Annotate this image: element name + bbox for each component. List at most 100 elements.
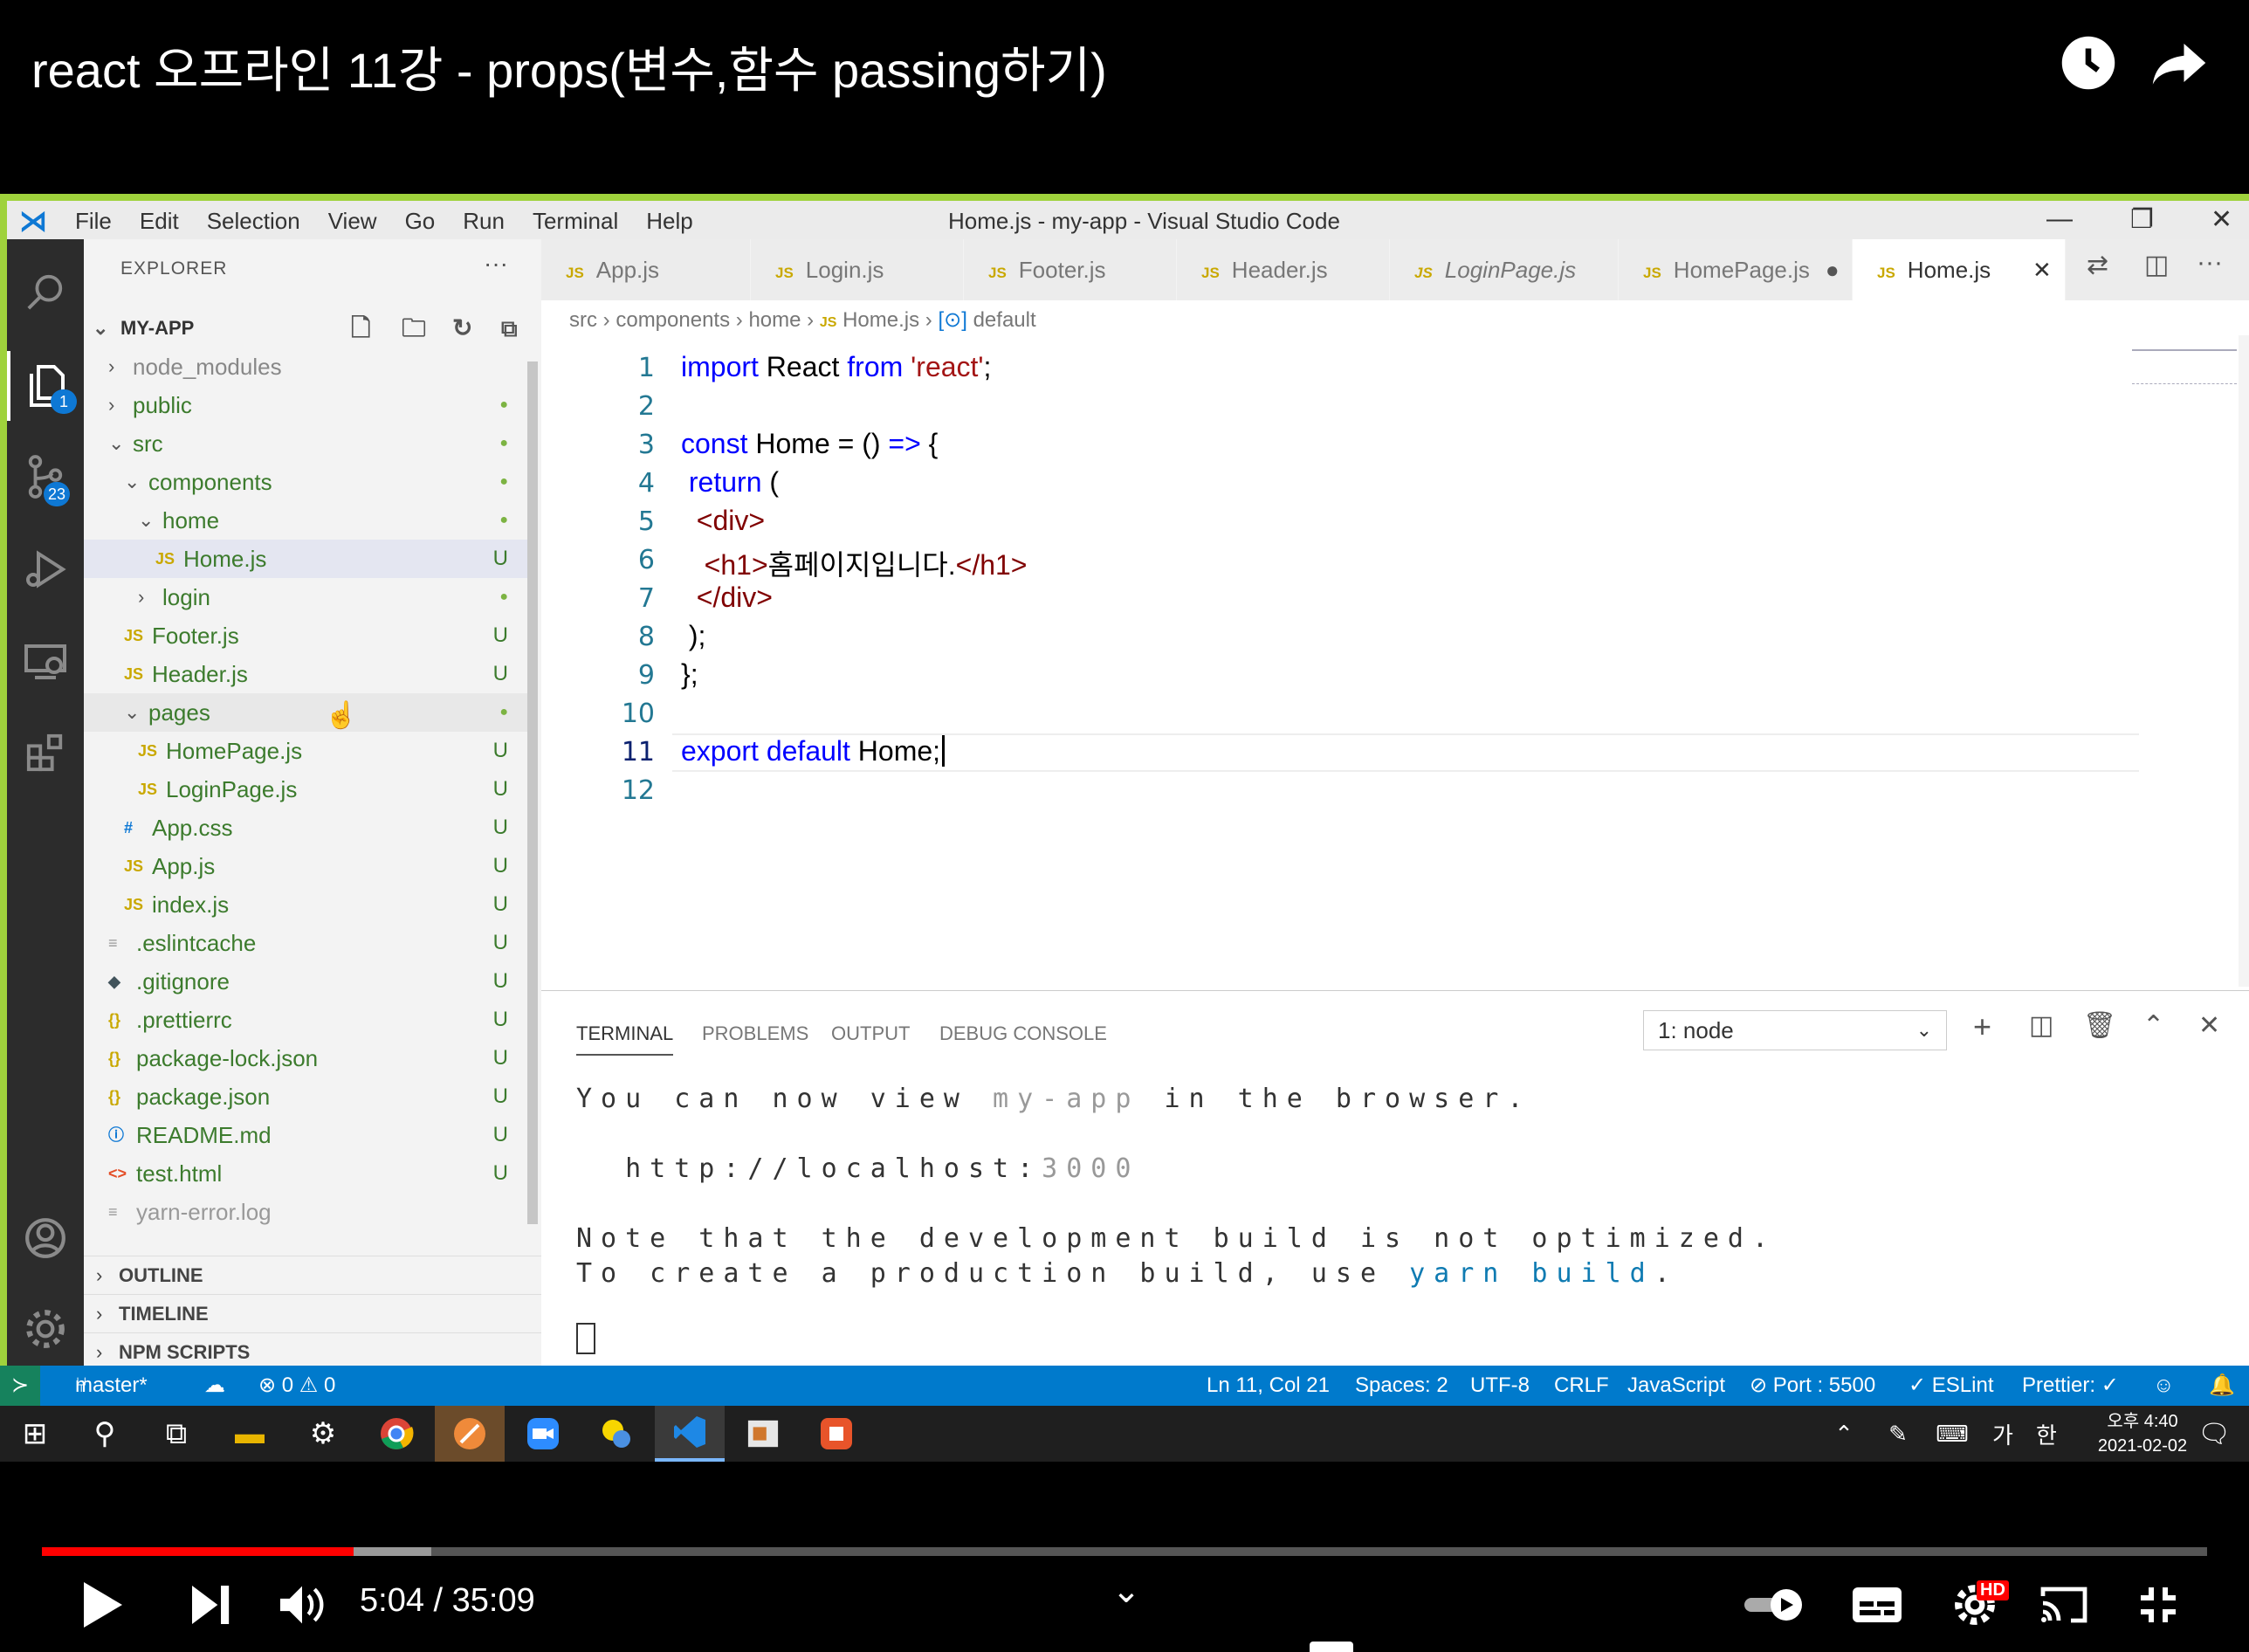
maximize-panel-icon[interactable]: ⌃ bbox=[2142, 1010, 2164, 1041]
draw-app-icon[interactable] bbox=[801, 1406, 871, 1462]
open-changes-icon[interactable]: ⇄ bbox=[2087, 250, 2108, 280]
watch-later-icon[interactable] bbox=[2057, 31, 2120, 94]
autoplay-toggle[interactable] bbox=[1741, 1577, 1811, 1633]
chrome-icon[interactable] bbox=[361, 1406, 431, 1462]
tree-item-public[interactable]: › public ● bbox=[84, 386, 527, 424]
tree-item-prettierrc[interactable]: {} .prettierrc U bbox=[84, 1001, 527, 1039]
minimize-icon[interactable]: — bbox=[2046, 204, 2073, 234]
share-icon[interactable] bbox=[2148, 31, 2211, 94]
search-icon[interactable] bbox=[7, 257, 84, 327]
tab-home-js[interactable]: JS Home.js ✕ bbox=[1853, 239, 2066, 300]
tree-item-node-modules[interactable]: › node_modules bbox=[84, 348, 527, 386]
eslint-status[interactable]: ✓ ESLint bbox=[1909, 1366, 1994, 1406]
outline-section[interactable]: › OUTLINE bbox=[84, 1256, 541, 1294]
menu-help[interactable]: Help bbox=[632, 208, 706, 235]
new-terminal-icon[interactable]: + bbox=[1973, 1008, 1991, 1045]
tree-item-home-js[interactable]: JS Home.js U bbox=[84, 540, 527, 578]
settings-gear-icon[interactable]: ⚙ bbox=[288, 1406, 358, 1462]
refresh-icon[interactable]: ↻ bbox=[452, 309, 472, 348]
timeline-section[interactable]: › TIMELINE bbox=[84, 1294, 541, 1332]
breadcrumb-src[interactable]: src bbox=[569, 308, 597, 332]
split-editor-icon[interactable]: ◫ bbox=[2144, 250, 2169, 280]
menu-file[interactable]: File bbox=[61, 208, 126, 235]
menu-terminal[interactable]: Terminal bbox=[519, 208, 632, 235]
breadcrumb-components[interactable]: components bbox=[616, 308, 730, 332]
ime-language[interactable]: 한 bbox=[2012, 1406, 2081, 1462]
cursor-position[interactable]: Ln 11, Col 21 bbox=[1207, 1366, 1330, 1406]
menu-selection[interactable]: Selection bbox=[193, 208, 314, 235]
run-debug-icon[interactable] bbox=[7, 534, 84, 604]
menu-go[interactable]: Go bbox=[391, 208, 450, 235]
split-terminal-icon[interactable]: ◫ bbox=[2029, 1010, 2053, 1041]
whale-browser-icon[interactable] bbox=[435, 1406, 505, 1462]
next-button[interactable] bbox=[183, 1577, 239, 1633]
sidebar-scrollbar[interactable] bbox=[527, 361, 538, 1224]
close-panel-icon[interactable]: ✕ bbox=[2198, 1010, 2220, 1041]
menu-run[interactable]: Run bbox=[449, 208, 519, 235]
tree-item-yarn-error-log[interactable]: ≡ yarn-error.log bbox=[84, 1193, 527, 1231]
minimap[interactable] bbox=[2132, 349, 2237, 384]
prettier-status[interactable]: Prettier: ✓ bbox=[2022, 1366, 2119, 1406]
vscode-taskbar-icon[interactable] bbox=[655, 1406, 725, 1462]
notifications-icon[interactable]: 🔔 bbox=[2209, 1366, 2235, 1406]
editor-more-icon[interactable]: ··· bbox=[2197, 248, 2223, 278]
end-of-line[interactable]: CRLF bbox=[1554, 1366, 1609, 1406]
tree-item-eslintcache[interactable]: ≡ .eslintcache U bbox=[84, 924, 527, 962]
task-view-icon[interactable]: ⧉ bbox=[141, 1406, 211, 1462]
kill-terminal-icon[interactable]: 🗑 bbox=[2083, 1010, 2116, 1041]
play-button[interactable] bbox=[70, 1577, 133, 1633]
kakaotalk-icon[interactable] bbox=[581, 1406, 651, 1462]
breadcrumb-symbol[interactable]: default bbox=[973, 308, 1036, 332]
new-file-icon[interactable]: 🗋 bbox=[351, 309, 371, 348]
tab-login-js[interactable]: JS Login.js bbox=[751, 239, 964, 300]
tree-item-pages[interactable]: ⌄ pages ● bbox=[84, 693, 527, 732]
volume-button[interactable] bbox=[274, 1577, 330, 1633]
tree-item-readme-md[interactable]: ⓘ README.md U bbox=[84, 1116, 527, 1154]
video-title[interactable]: react 오프라인 11강 - props(변수,함수 passing하기) bbox=[31, 31, 1107, 102]
tree-item-homepage-js[interactable]: JS HomePage.js U bbox=[84, 732, 527, 770]
close-tab-icon[interactable]: ✕ bbox=[2032, 239, 2052, 300]
tree-item-loginpage-js[interactable]: JS LoginPage.js U bbox=[84, 770, 527, 809]
breadcrumb-home[interactable]: home bbox=[748, 308, 801, 332]
windows-start-icon[interactable]: ⊞ bbox=[0, 1406, 70, 1462]
zoom-icon[interactable] bbox=[508, 1406, 578, 1462]
panel-tab-problems[interactable]: PROBLEMS bbox=[702, 1022, 808, 1045]
exit-fullscreen-button[interactable] bbox=[2123, 1577, 2193, 1633]
tree-item-home[interactable]: ⌄ home ● bbox=[84, 501, 527, 540]
tree-item-index-js[interactable]: JS index.js U bbox=[84, 885, 527, 924]
tree-item-gitignore[interactable]: ◆ .gitignore U bbox=[84, 962, 527, 1001]
panel-tab-terminal[interactable]: TERMINAL bbox=[576, 1022, 674, 1056]
menu-edit[interactable]: Edit bbox=[126, 208, 193, 235]
subtitles-button[interactable] bbox=[1842, 1577, 1912, 1633]
new-folder-icon[interactable]: 🗀 bbox=[402, 309, 426, 348]
tree-item-header-js[interactable]: JS Header.js U bbox=[84, 655, 527, 693]
panel-tab-debug-console[interactable]: DEBUG CONSOLE bbox=[939, 1022, 1107, 1045]
chevron-down-icon[interactable]: ⌄ bbox=[1100, 1563, 1152, 1619]
close-window-icon[interactable]: ✕ bbox=[2211, 204, 2232, 235]
tab-app-js[interactable]: JS App.js bbox=[541, 239, 751, 300]
cast-button[interactable] bbox=[2029, 1577, 2099, 1633]
accounts-icon[interactable] bbox=[7, 1203, 84, 1273]
problems-count[interactable]: ⊗ 0 ⚠ 0 bbox=[258, 1366, 335, 1406]
editor-scrollbar[interactable] bbox=[2239, 335, 2249, 987]
tree-item-package-json[interactable]: {} package.json U bbox=[84, 1077, 527, 1116]
file-explorer-icon[interactable]: ▬ bbox=[215, 1406, 285, 1462]
search-icon[interactable]: ⚲ bbox=[70, 1406, 140, 1462]
language-mode[interactable]: JavaScript bbox=[1627, 1366, 1725, 1406]
indentation[interactable]: Spaces: 2 bbox=[1355, 1366, 1448, 1406]
terminal-select[interactable]: 1: node ⌄ bbox=[1643, 1010, 1947, 1050]
feedback-icon[interactable]: ☺ bbox=[2153, 1366, 2175, 1406]
remote-indicator-icon[interactable]: ≻ bbox=[0, 1366, 40, 1406]
tree-item-test-html[interactable]: <> test.html U bbox=[84, 1154, 527, 1193]
explorer-more-icon[interactable]: ··· bbox=[484, 250, 508, 278]
tree-item-package-lock-json[interactable]: {} package-lock.json U bbox=[84, 1039, 527, 1077]
tab-homepage-js[interactable]: JS HomePage.js ● bbox=[1619, 239, 1853, 300]
tree-item-login[interactable]: › login ● bbox=[84, 578, 527, 616]
encoding[interactable]: UTF-8 bbox=[1470, 1366, 1530, 1406]
tree-item-app-js[interactable]: JS App.js U bbox=[84, 847, 527, 885]
live-server-port[interactable]: ⊘ Port : 5500 bbox=[1750, 1366, 1875, 1406]
breadcrumb-file[interactable]: Home.js bbox=[843, 308, 919, 332]
tab-header-js[interactable]: JS Header.js bbox=[1177, 239, 1390, 300]
tree-item-components[interactable]: ⌄ components ● bbox=[84, 463, 527, 501]
tab-footer-js[interactable]: JS Footer.js bbox=[964, 239, 1177, 300]
